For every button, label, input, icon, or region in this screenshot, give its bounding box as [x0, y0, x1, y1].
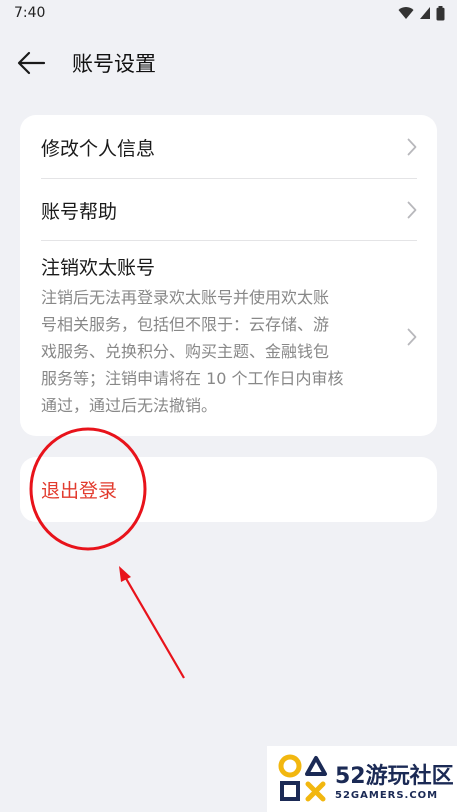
- watermark: 52游玩社区 52GAMERS.COM: [267, 746, 457, 812]
- description-line: 戏服务、兑换积分、购买主题、金融钱包: [41, 342, 330, 361]
- arrow-left-icon: [17, 51, 46, 75]
- settings-item-label: 修改个人信息: [41, 137, 156, 160]
- chevron-right-icon: [407, 138, 417, 156]
- annotation-arrow-head: [119, 566, 131, 582]
- header: 账号设置: [0, 38, 457, 88]
- settings-item-label: 账号帮助: [41, 200, 118, 223]
- watermark-text: 52游玩社区 52GAMERS.COM: [335, 758, 454, 801]
- battery-icon: [436, 5, 445, 20]
- chevron-right-icon: [407, 201, 417, 219]
- description-line: 号相关服务，包括但不限于：云存储、游: [41, 315, 330, 334]
- settings-item-edit-profile[interactable]: 修改个人信息: [41, 115, 417, 179]
- logout-button[interactable]: 退出登录: [41, 457, 117, 522]
- description-line: 服务等；注销申请将在 10 个工作日内审核: [41, 369, 344, 388]
- chevron-right-icon: [407, 328, 417, 346]
- wifi-icon: [398, 7, 414, 20]
- settings-item-delete-account[interactable]: 注销欢太账号 注销后无法再登录欢太账号并使用欢太账 号相关服务，包括但不限于：云…: [41, 241, 417, 436]
- page-title: 账号设置: [72, 52, 156, 76]
- settings-item-account-help[interactable]: 账号帮助: [41, 179, 417, 241]
- back-button[interactable]: [16, 38, 68, 88]
- status-time: 7:40: [14, 5, 46, 21]
- delete-account-description: 注销后无法再登录欢太账号并使用欢太账 号相关服务，包括但不限于：云存储、游 戏服…: [41, 284, 396, 419]
- description-line: 通过，通过后无法撤销。: [41, 396, 218, 415]
- delete-account-content: 注销欢太账号 注销后无法再登录欢太账号并使用欢太账 号相关服务，包括但不限于：云…: [41, 255, 396, 419]
- gamepad-logo-icon: [278, 754, 327, 802]
- settings-card: 修改个人信息 账号帮助 注销欢太账号 注销后无法再登录欢太账号并使用欢太账 号相…: [20, 115, 437, 436]
- watermark-domain: 52GAMERS.COM: [335, 789, 439, 801]
- status-bar: 7:40: [0, 0, 457, 26]
- signal-icon: [420, 7, 430, 19]
- annotation-arrow-shaft: [123, 574, 185, 679]
- settings-item-label: 注销欢太账号: [41, 257, 156, 279]
- watermark-brand: 52游玩社区: [335, 763, 454, 789]
- status-icons: [398, 5, 445, 21]
- logout-card: 退出登录: [20, 457, 437, 522]
- description-line: 注销后无法再登录欢太账号并使用欢太账: [41, 288, 330, 307]
